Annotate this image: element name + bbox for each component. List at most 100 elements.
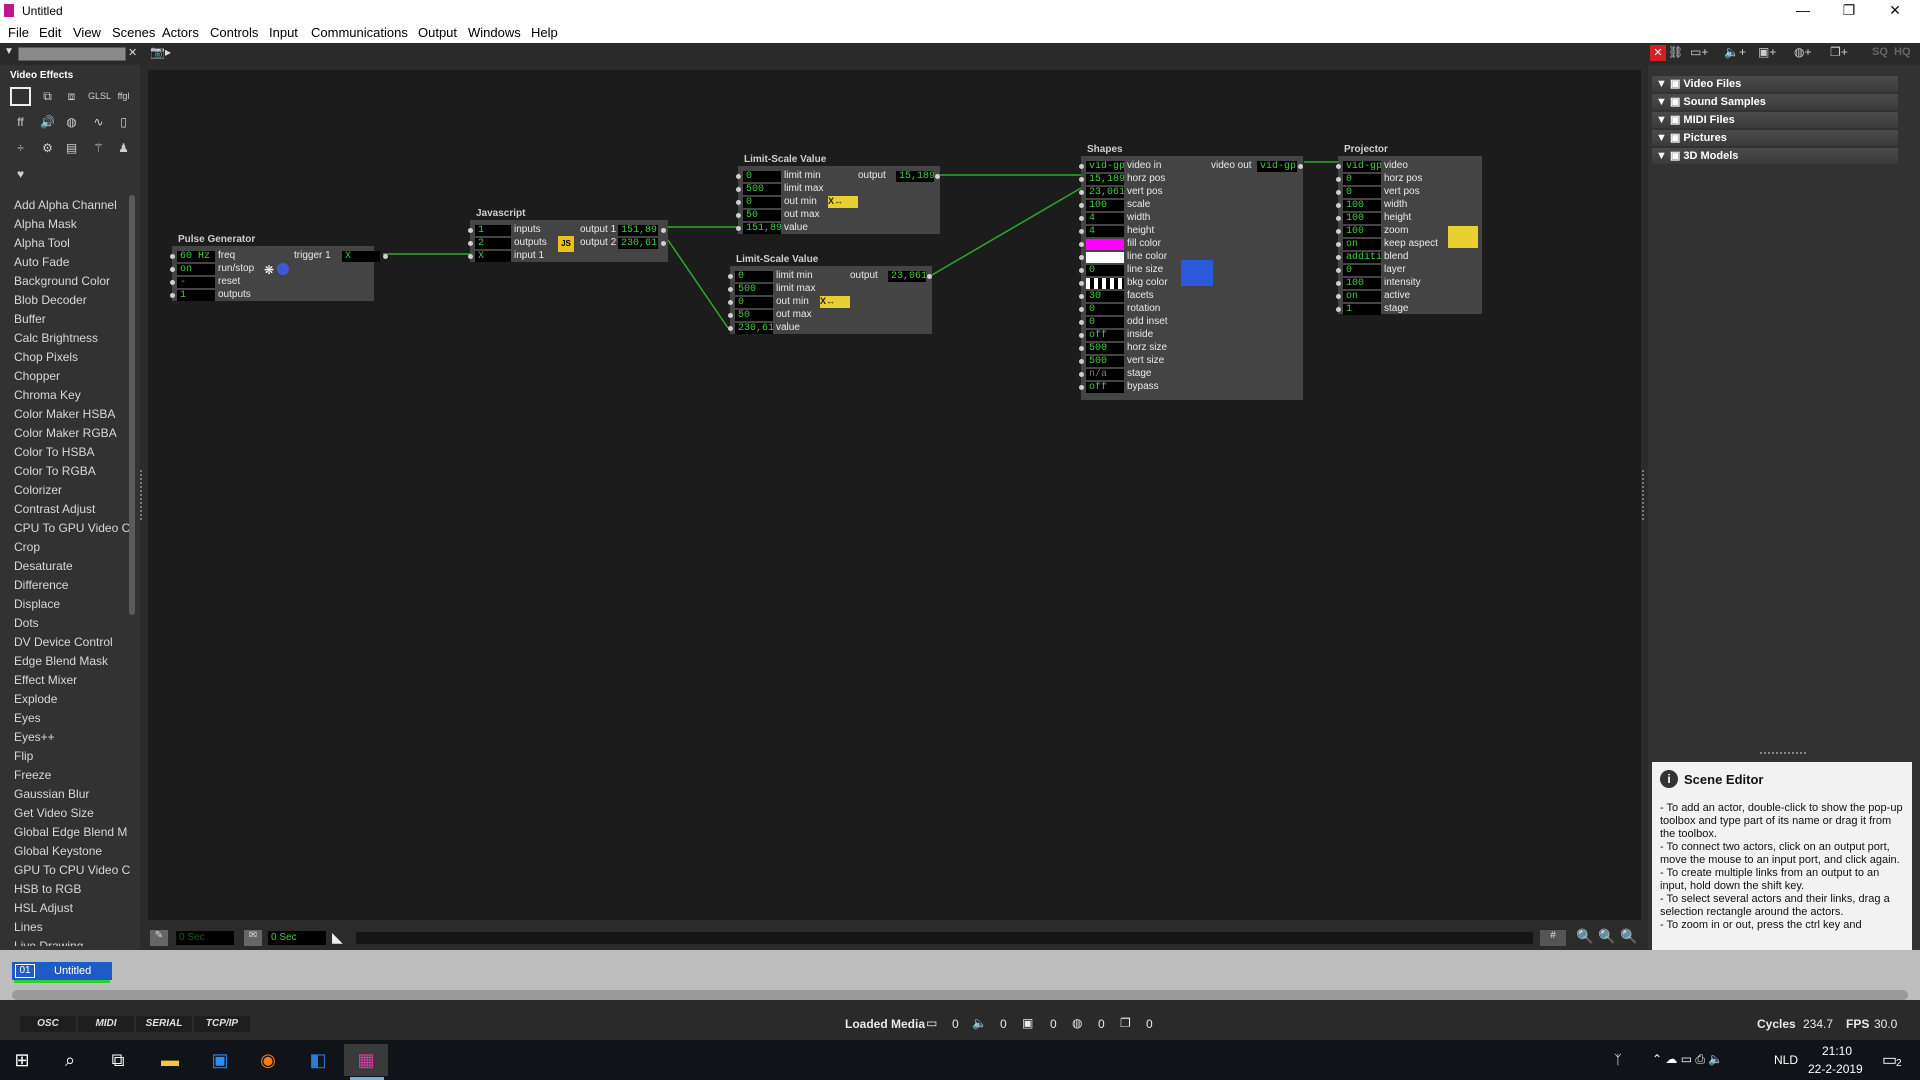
video-category-icon[interactable]	[10, 87, 31, 106]
input-value[interactable]: 0	[1086, 317, 1124, 328]
input-value[interactable]: 1	[475, 225, 511, 236]
add-midi-icon[interactable]: ▣+	[1758, 45, 1776, 59]
time-current-field[interactable]: 0 Sec	[268, 931, 326, 945]
menu-output[interactable]: Output	[418, 25, 457, 40]
input-port[interactable]	[1336, 190, 1341, 195]
output-port[interactable]	[1298, 164, 1303, 169]
ff-icon[interactable]: ff	[10, 113, 31, 132]
input-port[interactable]	[1079, 268, 1084, 273]
actor-lsv2[interactable]: 0 limit min 500 limit max 0 out min 50 out max 2…	[728, 266, 932, 334]
add-3d-icon[interactable]: ❐+	[1830, 45, 1848, 59]
search-icon[interactable]: ⌕	[48, 1044, 92, 1076]
output-value[interactable]: 151,89	[618, 225, 658, 236]
input-port[interactable]	[1079, 242, 1084, 247]
left-splitter[interactable]	[140, 470, 144, 520]
input-port[interactable]	[1336, 307, 1341, 312]
actor-lsv1[interactable]: 0 limit min 500 limit max 0 out min 50 out max 1…	[736, 166, 940, 234]
effect-item[interactable]: Colorizer	[0, 481, 130, 500]
input-port[interactable]	[1079, 203, 1084, 208]
effect-item[interactable]: HSB to RGB	[0, 880, 130, 899]
effect-item[interactable]: Chroma Key	[0, 386, 130, 405]
output-port[interactable]	[927, 274, 932, 279]
hq-button[interactable]: HQ	[1894, 46, 1911, 58]
person-icon[interactable]: ᛉ	[1614, 1052, 1622, 1067]
input-value[interactable]: 0	[1086, 265, 1124, 276]
input-value[interactable]: 15,189	[1086, 174, 1124, 185]
calc-category-icon[interactable]: ÷	[10, 139, 31, 158]
input-value[interactable]: 100	[1343, 278, 1381, 289]
input-value[interactable]	[1086, 252, 1124, 263]
input-port[interactable]	[1079, 333, 1084, 338]
input-port[interactable]	[1079, 229, 1084, 234]
menu-actors[interactable]: Actors	[162, 25, 199, 40]
effect-item[interactable]: Lines	[0, 918, 130, 937]
input-value[interactable]: 100	[1343, 213, 1381, 224]
play-icon[interactable]: ◣	[332, 929, 343, 946]
file-explorer-icon[interactable]: ▬	[148, 1044, 192, 1076]
input-value[interactable]: 2	[475, 238, 511, 249]
input-port[interactable]	[1079, 255, 1084, 260]
effect-item[interactable]: Freeze	[0, 766, 130, 785]
effect-item[interactable]: Background Color	[0, 272, 130, 291]
input-value[interactable]: 0	[1086, 304, 1124, 315]
input-port[interactable]	[728, 313, 733, 318]
effect-item[interactable]: Alpha Mask	[0, 215, 130, 234]
input-port[interactable]	[468, 228, 473, 233]
menu-scenes[interactable]: Scenes	[112, 25, 155, 40]
input-value[interactable]: 4	[1086, 226, 1124, 237]
midi-category-icon[interactable]: ◍	[61, 113, 82, 132]
effect-item[interactable]: Explode	[0, 690, 130, 709]
clear-search-icon[interactable]: ✕	[128, 46, 137, 59]
camera-icon[interactable]: 📷▸	[150, 45, 171, 59]
effect-item[interactable]: Color Maker HSBA	[0, 405, 130, 424]
scene-scrollbar[interactable]	[12, 990, 1908, 1000]
collapse-toolbox-icon[interactable]: ▼	[4, 46, 14, 57]
effect-item[interactable]: Color Maker RGBA	[0, 424, 130, 443]
input-port[interactable]	[1336, 203, 1341, 208]
input-port[interactable]	[468, 254, 473, 259]
language-indicator[interactable]: NLD	[1774, 1053, 1798, 1067]
input-value[interactable]: 500	[743, 184, 781, 195]
input-port[interactable]	[736, 187, 741, 192]
input-value[interactable]	[1086, 239, 1124, 250]
input-value[interactable]: 100	[1086, 200, 1124, 211]
input-value[interactable]: 0	[1343, 174, 1381, 185]
add-picture-icon[interactable]: ◍+	[1794, 45, 1811, 59]
unlink-icon[interactable]: ⛓	[1668, 45, 1683, 59]
effect-item[interactable]: Dots	[0, 614, 130, 633]
output-port[interactable]	[935, 174, 940, 179]
effect-item[interactable]: Flip	[0, 747, 130, 766]
windows-start-icon[interactable]: ⊞	[0, 1044, 44, 1076]
output-port[interactable]	[383, 254, 388, 259]
effect-item[interactable]: DV Device Control	[0, 633, 130, 652]
actor-projector[interactable]: vid-gpuvideo0horz pos0vert pos100width10…	[1336, 156, 1482, 315]
input-port[interactable]	[1336, 177, 1341, 182]
input-value[interactable]: off	[1086, 382, 1124, 393]
toolbox-search-input[interactable]	[18, 47, 126, 61]
menu-edit[interactable]: Edit	[39, 25, 61, 40]
input-value[interactable]: 100	[1343, 226, 1381, 237]
input-port[interactable]	[728, 326, 733, 331]
input-value[interactable]	[1086, 278, 1124, 289]
input-port[interactable]	[1336, 294, 1341, 299]
input-value[interactable]: 4	[1086, 213, 1124, 224]
add-video-icon[interactable]: ▭+	[1690, 45, 1708, 59]
input-value[interactable]: vid-gpu	[1086, 161, 1124, 172]
scene-editor-canvas[interactable]: Pulse Generator 60 Hz freq on run/stop - reset…	[148, 70, 1641, 920]
panel-splitter[interactable]	[1760, 752, 1806, 756]
media-category-1[interactable]: ▼ ▣ Sound Samples	[1652, 94, 1898, 110]
effect-item[interactable]: Live Drawing	[0, 937, 130, 946]
scene-tab[interactable]: 01 Untitled	[12, 962, 112, 980]
zoom-out-icon[interactable]: 🔍	[1576, 928, 1593, 945]
input-value[interactable]: 0	[1343, 187, 1381, 198]
wave-category-icon[interactable]: ∿	[88, 113, 109, 132]
notification-icon[interactable]: ▭	[1882, 1050, 1897, 1070]
zoom-reset-icon[interactable]: 🔍	[1598, 928, 1615, 945]
input-port[interactable]	[736, 226, 741, 231]
firefox-icon[interactable]: ◉	[246, 1044, 290, 1076]
restore-button[interactable]: ❐	[1826, 0, 1872, 22]
effect-item[interactable]: GPU To CPU Video C	[0, 861, 130, 880]
menu-file[interactable]: File	[8, 25, 29, 40]
glsl-icon[interactable]: GLSL	[88, 87, 111, 106]
effect-item[interactable]: Edge Blend Mask	[0, 652, 130, 671]
